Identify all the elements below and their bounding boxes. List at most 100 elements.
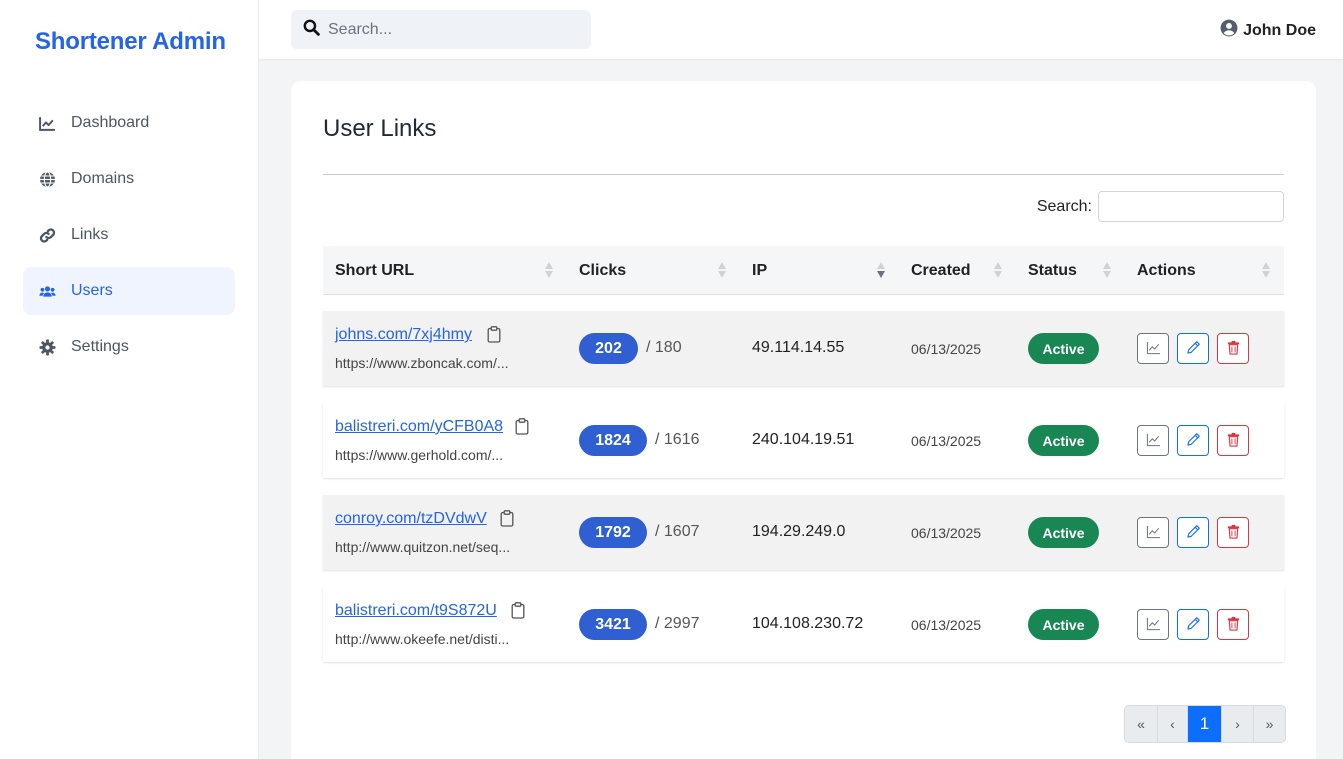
created-date: 06/13/2025: [911, 341, 982, 357]
column-label: Short URL: [335, 261, 415, 279]
stats-button[interactable]: [1137, 609, 1169, 640]
page-next-button[interactable]: ›: [1222, 706, 1254, 742]
table-search-label: Search:: [1036, 197, 1092, 215]
sidebar: Shortener Admin Dashboard Domains Links …: [0, 0, 259, 759]
user-name: John Doe: [1243, 21, 1316, 39]
short-url-link[interactable]: conroy.com/tzDVdwV: [335, 510, 487, 528]
sidebar-item-label: Dashboard: [71, 114, 150, 131]
unique-clicks: / 1607: [655, 523, 700, 540]
status-badge: Active: [1028, 517, 1099, 548]
stats-button[interactable]: [1137, 425, 1169, 456]
short-url-link[interactable]: johns.com/7xj4hmy: [335, 326, 472, 344]
pencil-icon: [1186, 340, 1201, 358]
clipboard-icon[interactable]: [511, 602, 525, 619]
link-icon: [38, 226, 56, 244]
column-label: Clicks: [579, 261, 627, 279]
global-search-input[interactable]: [328, 20, 568, 39]
sidebar-item-settings[interactable]: Settings: [23, 323, 235, 371]
trash-icon: [1226, 524, 1241, 542]
pencil-icon: [1186, 432, 1201, 450]
edit-button[interactable]: [1177, 425, 1209, 456]
delete-button[interactable]: [1217, 517, 1249, 548]
table-search-input[interactable]: [1098, 191, 1284, 222]
unique-clicks: / 180: [646, 339, 682, 356]
status-badge: Active: [1028, 333, 1099, 364]
pencil-icon: [1186, 616, 1201, 634]
stats-button[interactable]: [1137, 517, 1169, 548]
clicks-badge: 3421: [579, 609, 647, 640]
ip-address: 194.29.249.0: [752, 523, 846, 540]
created-date: 06/13/2025: [911, 525, 982, 541]
edit-button[interactable]: [1177, 609, 1209, 640]
table-row: conroy.com/tzDVdwV http://www.quitzon.ne…: [323, 495, 1284, 570]
sort-icon: [717, 262, 727, 279]
stats-button[interactable]: [1137, 333, 1169, 364]
clipboard-icon[interactable]: [487, 326, 501, 343]
page-prev-button[interactable]: ‹: [1158, 706, 1188, 742]
clicks-badge: 202: [579, 333, 638, 364]
column-label: Created: [911, 261, 971, 279]
pencil-icon: [1186, 524, 1201, 542]
sidebar-nav: Dashboard Domains Links Users Settings: [23, 99, 235, 379]
page-title: User Links: [323, 115, 437, 142]
chart-line-icon: [1146, 432, 1161, 450]
chart-line-icon: [1146, 524, 1161, 542]
clipboard-icon[interactable]: [515, 418, 529, 435]
short-url-link[interactable]: balistreri.com/yCFB0A8: [335, 418, 503, 436]
column-header-ip[interactable]: IP: [752, 246, 767, 295]
user-circle-icon: [1220, 19, 1243, 42]
column-header-short-url[interactable]: Short URL: [335, 246, 414, 295]
column-header-created[interactable]: Created: [911, 246, 971, 295]
sort-icon: [993, 262, 1003, 279]
brand-title[interactable]: Shortener Admin: [35, 28, 226, 56]
delete-button[interactable]: [1217, 425, 1249, 456]
table-header: Short URL Clicks IP Created Status Actio…: [323, 246, 1284, 295]
sidebar-item-dashboard[interactable]: Dashboard: [23, 99, 235, 147]
divider: [323, 174, 1284, 175]
chart-line-icon: [1146, 616, 1161, 634]
users-icon: [38, 282, 56, 300]
page-last-button[interactable]: »: [1254, 706, 1285, 742]
pagination: « ‹ 1 › »: [1124, 705, 1286, 743]
table-row: johns.com/7xj4hmy https://www.zboncak.co…: [323, 311, 1284, 386]
ip-address: 49.114.14.55: [752, 339, 845, 356]
column-header-status[interactable]: Status: [1028, 246, 1077, 295]
trash-icon: [1226, 616, 1241, 634]
column-label: Actions: [1137, 261, 1196, 279]
sidebar-item-links[interactable]: Links: [23, 211, 235, 259]
long-url: https://www.gerhold.com/...: [335, 447, 504, 463]
column-header-clicks[interactable]: Clicks: [579, 246, 626, 295]
page-first-button[interactable]: «: [1125, 706, 1158, 742]
delete-button[interactable]: [1217, 333, 1249, 364]
edit-button[interactable]: [1177, 517, 1209, 548]
edit-button[interactable]: [1177, 333, 1209, 364]
user-links-card: User Links Search: Short URL Clicks IP C…: [291, 81, 1316, 759]
long-url: http://www.okeefe.net/disti...: [335, 631, 510, 647]
topbar: John Doe: [259, 0, 1343, 59]
gear-icon: [38, 338, 56, 356]
sidebar-item-label: Domains: [71, 170, 135, 187]
status-badge: Active: [1028, 609, 1099, 640]
global-search[interactable]: [291, 10, 591, 49]
globe-icon: [38, 170, 56, 188]
column-header-actions[interactable]: Actions: [1137, 246, 1196, 295]
ip-address: 104.108.230.72: [752, 615, 864, 632]
table-search: Search:: [1037, 191, 1284, 222]
user-menu[interactable]: John Doe: [1220, 19, 1316, 42]
sidebar-item-users[interactable]: Users: [23, 267, 235, 315]
page-1-button[interactable]: 1: [1188, 706, 1222, 742]
clicks-badge: 1792: [579, 517, 647, 548]
clipboard-icon[interactable]: [500, 510, 514, 527]
column-label: IP: [752, 261, 768, 279]
long-url: https://www.zboncak.com/...: [335, 355, 509, 371]
sidebar-item-domains[interactable]: Domains: [23, 155, 235, 203]
sidebar-item-label: Links: [71, 226, 109, 243]
chart-line-icon: [38, 114, 56, 132]
table-row: balistreri.com/yCFB0A8 https://www.gerho…: [323, 403, 1284, 478]
column-label: Status: [1028, 261, 1077, 279]
search-icon: [303, 19, 328, 41]
sidebar-item-label: Settings: [71, 338, 129, 355]
delete-button[interactable]: [1217, 609, 1249, 640]
clicks-badge: 1824: [579, 425, 647, 456]
short-url-link[interactable]: balistreri.com/t9S872U: [335, 602, 497, 620]
